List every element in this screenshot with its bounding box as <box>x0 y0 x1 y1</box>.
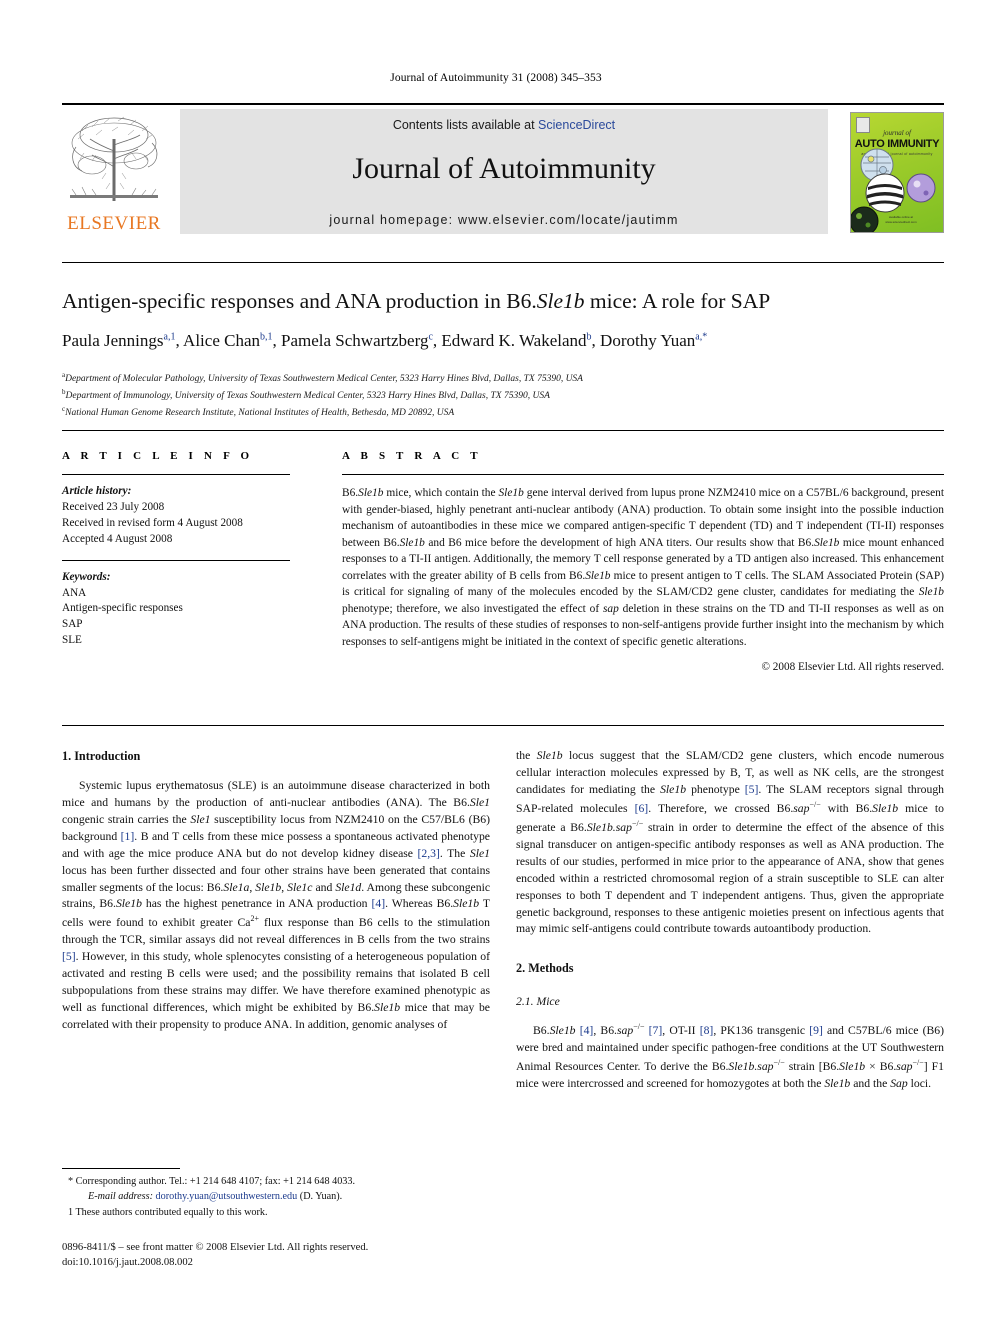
footnote-corresponding-author: * Corresponding author. Tel.: +1 214 648… <box>68 1176 356 1187</box>
affiliation-text: Department of Immunology, University of … <box>65 391 550 402</box>
imprint-line-2: doi:10.1016/j.jaut.2008.08.002 <box>62 1257 193 1269</box>
history-item: Accepted 4 August 2008 <box>62 532 173 545</box>
article-info-section: A R T I C L E I N F O Article history: R… <box>62 450 290 649</box>
footnote-block: * Corresponding author. Tel.: +1 214 648… <box>62 1174 490 1220</box>
methods-mice-paragraph: B6.Sle1b [4], B6.sap−/− [7], OT-II [8], … <box>516 1022 944 1090</box>
body-column-left: 1. Introduction Systemic lupus erythemat… <box>62 748 490 1034</box>
abstract-rule <box>342 474 944 475</box>
email-suffix: (D. Yuan). <box>297 1191 343 1203</box>
contents-list-line: Contents lists available at ScienceDirec… <box>180 109 828 132</box>
journal-cover-thumbnail: journal of AUTO IMMUNITY an internationa… <box>850 112 944 233</box>
paper-page: Journal of Autoimmunity 31 (2008) 345–35… <box>0 0 992 1323</box>
contents-prefix: Contents lists available at <box>392 118 539 132</box>
elsevier-logo: ELSEVIER <box>62 109 166 235</box>
article-history-label: Article history: <box>62 485 132 497</box>
elsevier-wordmark: ELSEVIER <box>67 213 161 234</box>
footnote-divider <box>62 1168 180 1169</box>
keywords-rule <box>62 559 290 561</box>
title-gene-italic: Sle1b <box>536 289 585 313</box>
history-item: Received in revised form 4 August 2008 <box>62 516 243 529</box>
heading-introduction: 1. Introduction <box>62 749 141 763</box>
article-history-block: Article history: Received 23 July 2008 R… <box>62 484 290 548</box>
article-info-rule <box>62 474 290 475</box>
cover-footer-text: available online at www.sciencedirect.com <box>885 215 917 224</box>
author-item: Dorothy Yuana,* <box>600 331 707 350</box>
author-name: Pamela Schwartzberg <box>281 331 429 350</box>
journal-banner: Contents lists available at ScienceDirec… <box>180 109 828 234</box>
author-item: Pamela Schwartzbergc <box>281 331 433 350</box>
author-item: Paula Jenningsa,1 <box>62 331 175 350</box>
keyword-item: SLE <box>62 634 82 647</box>
affiliation-text: Department of Molecular Pathology, Unive… <box>65 374 583 385</box>
affiliation-item: bDepartment of Immunology, University of… <box>62 387 948 404</box>
author-affil-mark: a,* <box>695 331 708 343</box>
title-part-2: mice: A role for SAP <box>584 289 771 313</box>
journal-masthead: ELSEVIER Contents lists available at Sci… <box>62 103 944 237</box>
abstract-text: B6.Sle1b mice, which contain the Sle1b g… <box>342 487 945 648</box>
author-item: Edward K. Wakelandb <box>441 331 591 350</box>
heading-mice: 2.1. Mice <box>516 995 560 1009</box>
affiliation-text: National Human Genome Research Institute… <box>65 407 455 418</box>
author-item: Alice Chanb,1 <box>183 331 272 350</box>
author-sep: , <box>272 331 281 350</box>
sciencedirect-link[interactable]: ScienceDirect <box>538 118 615 132</box>
affiliation-list: aDepartment of Molecular Pathology, Univ… <box>62 370 948 421</box>
author-sep: , <box>591 331 601 350</box>
keyword-item: ANA <box>62 586 87 599</box>
imprint-line-1: 0896-8411/$ – see front matter © 2008 El… <box>62 1242 369 1253</box>
abstract-section: A B S T R A C T B6.Sle1b mice, which con… <box>342 450 944 673</box>
author-name: Dorothy Yuan <box>600 331 696 350</box>
keyword-item: Antigen-specific responses <box>62 602 183 615</box>
intro-paragraph-1: Systemic lupus erythematosus (SLE) is an… <box>62 778 491 1032</box>
footnote-equal-contribution: 1 These authors contributed equally to t… <box>68 1206 268 1218</box>
author-name: Alice Chan <box>183 331 260 350</box>
journal-title: Journal of Autoimmunity <box>352 152 656 185</box>
footnote-email: E-mail address: dorothy.yuan@utsouthwest… <box>62 1189 490 1204</box>
affiliation-item: cNational Human Genome Research Institut… <box>62 404 948 421</box>
journal-homepage[interactable]: journal homepage: www.elsevier.com/locat… <box>180 213 828 227</box>
title-part-1: Antigen-specific responses and ANA produ… <box>62 289 537 313</box>
title-divider <box>62 262 944 263</box>
running-head: Journal of Autoimmunity 31 (2008) 345–35… <box>390 72 602 84</box>
heading-methods: 2. Methods <box>516 961 574 976</box>
info-abstract-divider <box>62 430 944 431</box>
abstract-copyright: © 2008 Elsevier Ltd. All rights reserved… <box>761 661 945 674</box>
email-link[interactable]: dorothy.yuan@utsouthwestern.edu <box>156 1191 298 1202</box>
keywords-block: Keywords: ANA Antigen-specific responses… <box>62 570 290 650</box>
author-sep: , <box>175 331 184 350</box>
author-name: Edward K. Wakeland <box>441 331 587 350</box>
author-affil-mark: b,1 <box>260 331 273 343</box>
history-item: Received 23 July 2008 <box>62 500 165 513</box>
author-affil-mark: a,1 <box>163 331 176 343</box>
author-list: Paula Jenningsa,1, Alice Chanb,1, Pamela… <box>62 330 948 352</box>
abstract-bottom-divider <box>62 725 944 726</box>
author-name: Paula Jennings <box>62 331 164 350</box>
email-label: E-mail address: <box>88 1191 153 1203</box>
keywords-label: Keywords: <box>62 570 111 583</box>
intro-paragraph-continued: the Sle1b locus suggest that the SLAM/CD… <box>516 749 945 936</box>
keyword-item: SAP <box>62 618 83 631</box>
abstract-heading: A B S T R A C T <box>342 450 482 462</box>
article-info-heading: A R T I C L E I N F O <box>62 450 254 462</box>
page-title: Antigen-specific responses and ANA produ… <box>62 288 948 315</box>
affiliation-item: aDepartment of Molecular Pathology, Univ… <box>62 370 948 387</box>
imprint-block: 0896-8411/$ – see front matter © 2008 El… <box>62 1240 562 1271</box>
elsevier-tree-icon <box>62 109 166 207</box>
body-column-right: the Sle1b locus suggest that the SLAM/CD… <box>516 748 944 1093</box>
